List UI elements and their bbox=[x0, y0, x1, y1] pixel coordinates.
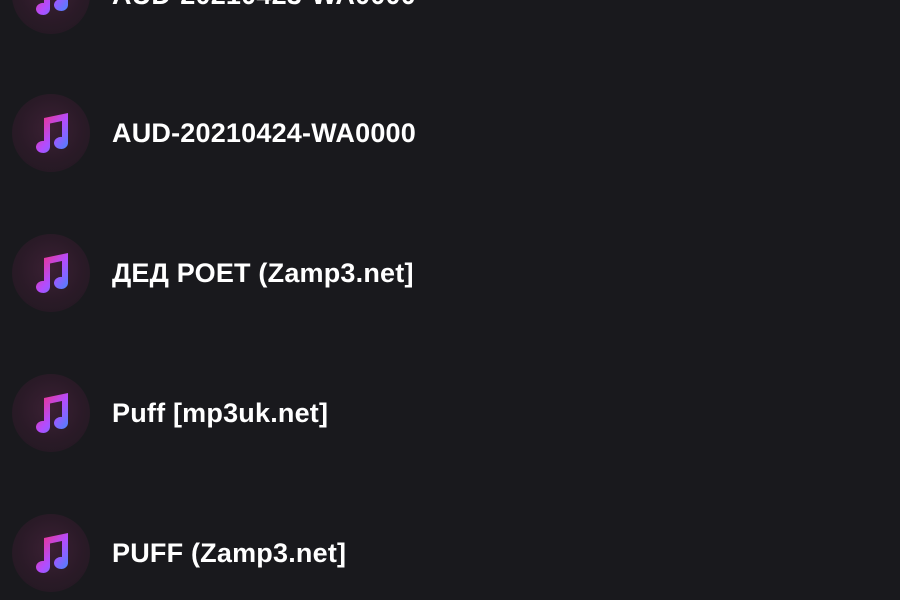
track-title: AUD-20210423-WA0000 bbox=[112, 0, 416, 11]
track-row[interactable]: AUD-20210424-WA0000 bbox=[0, 63, 900, 203]
track-row[interactable]: AUD-20210423-WA0000 bbox=[0, 0, 900, 65]
track-title: Puff [mp3uk.net] bbox=[112, 397, 329, 428]
track-list: AUD-20210423-WA0000 AUD-20210424-WA0000 … bbox=[0, 0, 900, 600]
music-note-icon bbox=[12, 514, 90, 592]
track-row[interactable]: Puff [mp3uk.net] bbox=[0, 343, 900, 483]
music-note-icon bbox=[12, 0, 90, 34]
music-note-icon bbox=[12, 94, 90, 172]
music-note-icon bbox=[12, 234, 90, 312]
track-title: ДЕД РОЕТ (Zamp3.net] bbox=[112, 257, 414, 288]
track-title: PUFF (Zamp3.net] bbox=[112, 537, 347, 568]
track-row[interactable]: PUFF (Zamp3.net] bbox=[0, 483, 900, 600]
track-title: AUD-20210424-WA0000 bbox=[112, 117, 416, 148]
track-row[interactable]: ДЕД РОЕТ (Zamp3.net] bbox=[0, 203, 900, 343]
music-note-icon bbox=[12, 374, 90, 452]
